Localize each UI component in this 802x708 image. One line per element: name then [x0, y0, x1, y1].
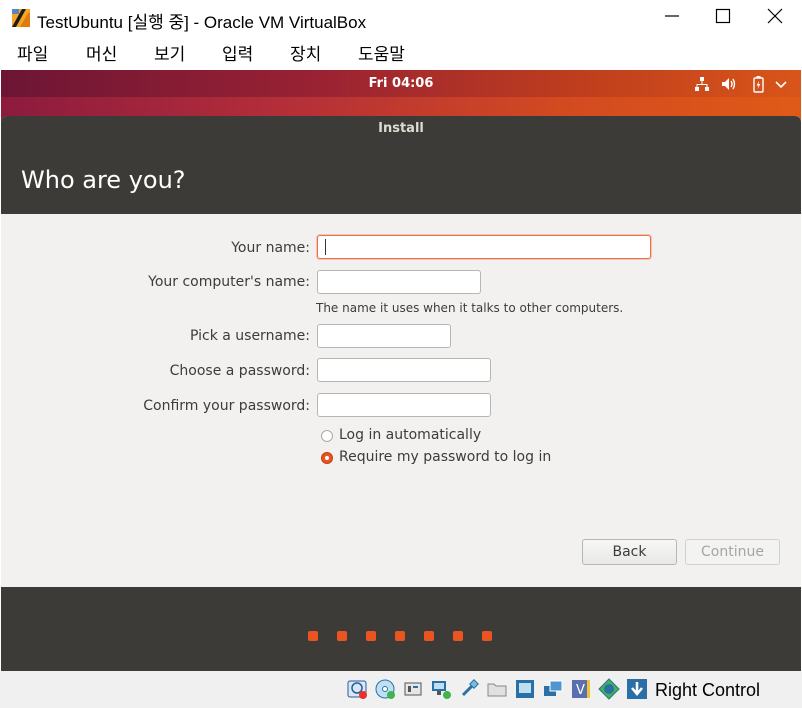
- hard-disk-icon[interactable]: [346, 678, 368, 700]
- computer-name-label: Your computer's name:: [148, 274, 310, 290]
- require-password-label[interactable]: Require my password to log in: [339, 449, 551, 465]
- menu-machine[interactable]: 머신: [86, 40, 117, 65]
- username-input[interactable]: [317, 324, 451, 348]
- page-heading: Who are you?: [21, 166, 186, 194]
- progress-dot: [366, 631, 376, 641]
- installer-footer: [1, 587, 801, 671]
- progress-dot: [337, 631, 347, 641]
- network-icon[interactable]: [693, 75, 711, 93]
- menu-help[interactable]: 도움말: [358, 40, 405, 65]
- progress-dot: [308, 631, 318, 641]
- maximize-button[interactable]: [697, 0, 749, 36]
- username-label: Pick a username:: [189, 328, 310, 344]
- window-titlebar[interactable]: TestUbuntu [실행 중] - Oracle VM VirtualBox: [0, 0, 802, 36]
- optical-drive-icon[interactable]: [374, 678, 396, 700]
- progress-dot: [453, 631, 463, 641]
- usb-icon[interactable]: [458, 678, 480, 700]
- back-button[interactable]: Back: [582, 539, 677, 565]
- progress-dot: [482, 631, 492, 641]
- minimize-icon: [664, 8, 680, 28]
- window-title: TestUbuntu [실행 중] - Oracle VM VirtualBox: [37, 13, 367, 32]
- close-icon: [767, 8, 783, 28]
- progress-dot: [424, 631, 434, 641]
- confirm-password-input[interactable]: [317, 393, 491, 417]
- menu-devices[interactable]: 장치: [290, 40, 321, 65]
- password-input[interactable]: [317, 358, 491, 382]
- text-cursor: [325, 239, 326, 255]
- virtualbox-logo-icon: [10, 7, 32, 29]
- your-name-label: Your name:: [231, 240, 310, 256]
- cpu-icon[interactable]: [598, 678, 620, 700]
- power-menu-icon[interactable]: [772, 75, 790, 93]
- display-icon[interactable]: [514, 678, 536, 700]
- volume-icon[interactable]: [720, 75, 738, 93]
- svg-text:V: V: [576, 683, 585, 698]
- continue-button[interactable]: Continue: [685, 539, 780, 565]
- audio-icon[interactable]: [402, 678, 424, 700]
- vm-statusbar: V Right Control: [0, 671, 802, 708]
- progress-dot: [395, 631, 405, 641]
- video-capture-icon[interactable]: [542, 678, 564, 700]
- your-name-input[interactable]: [317, 235, 651, 259]
- password-label: Choose a password:: [169, 363, 310, 379]
- clock[interactable]: Fri 04:06: [1, 76, 801, 91]
- installer-window: Install Who are you? Your name: Your com…: [1, 116, 801, 671]
- menu-file[interactable]: 파일: [17, 40, 48, 65]
- close-button[interactable]: [749, 0, 801, 36]
- installer-header: Install Who are you?: [1, 116, 801, 214]
- computer-name-hint: The name it uses when it talks to other …: [316, 301, 624, 315]
- recording-icon[interactable]: V: [570, 678, 592, 700]
- log-in-automatically-label[interactable]: Log in automatically: [339, 427, 481, 443]
- keyboard-capture-icon[interactable]: [626, 678, 648, 700]
- ubuntu-top-panel: Fri 04:06: [1, 70, 801, 97]
- maximize-icon: [715, 8, 731, 28]
- shared-folders-icon[interactable]: [486, 678, 508, 700]
- menu-view[interactable]: 보기: [154, 40, 185, 65]
- network-adapter-icon[interactable]: [430, 678, 452, 700]
- menubar: 파일 머신 보기 입력 장치 도움말: [0, 36, 802, 70]
- computer-name-input[interactable]: [317, 270, 481, 294]
- battery-icon[interactable]: [749, 75, 767, 93]
- minimize-button[interactable]: [646, 0, 698, 36]
- installer-title: Install: [378, 121, 424, 136]
- menu-input[interactable]: 입력: [222, 40, 253, 65]
- require-password-radio[interactable]: [321, 452, 333, 464]
- confirm-password-label: Confirm your password:: [143, 398, 310, 414]
- log-in-automatically-radio[interactable]: [321, 430, 333, 442]
- guest-display[interactable]: Fri 04:06 Install Who are you? Your name…: [1, 70, 801, 671]
- host-key-label: Right Control: [655, 680, 761, 700]
